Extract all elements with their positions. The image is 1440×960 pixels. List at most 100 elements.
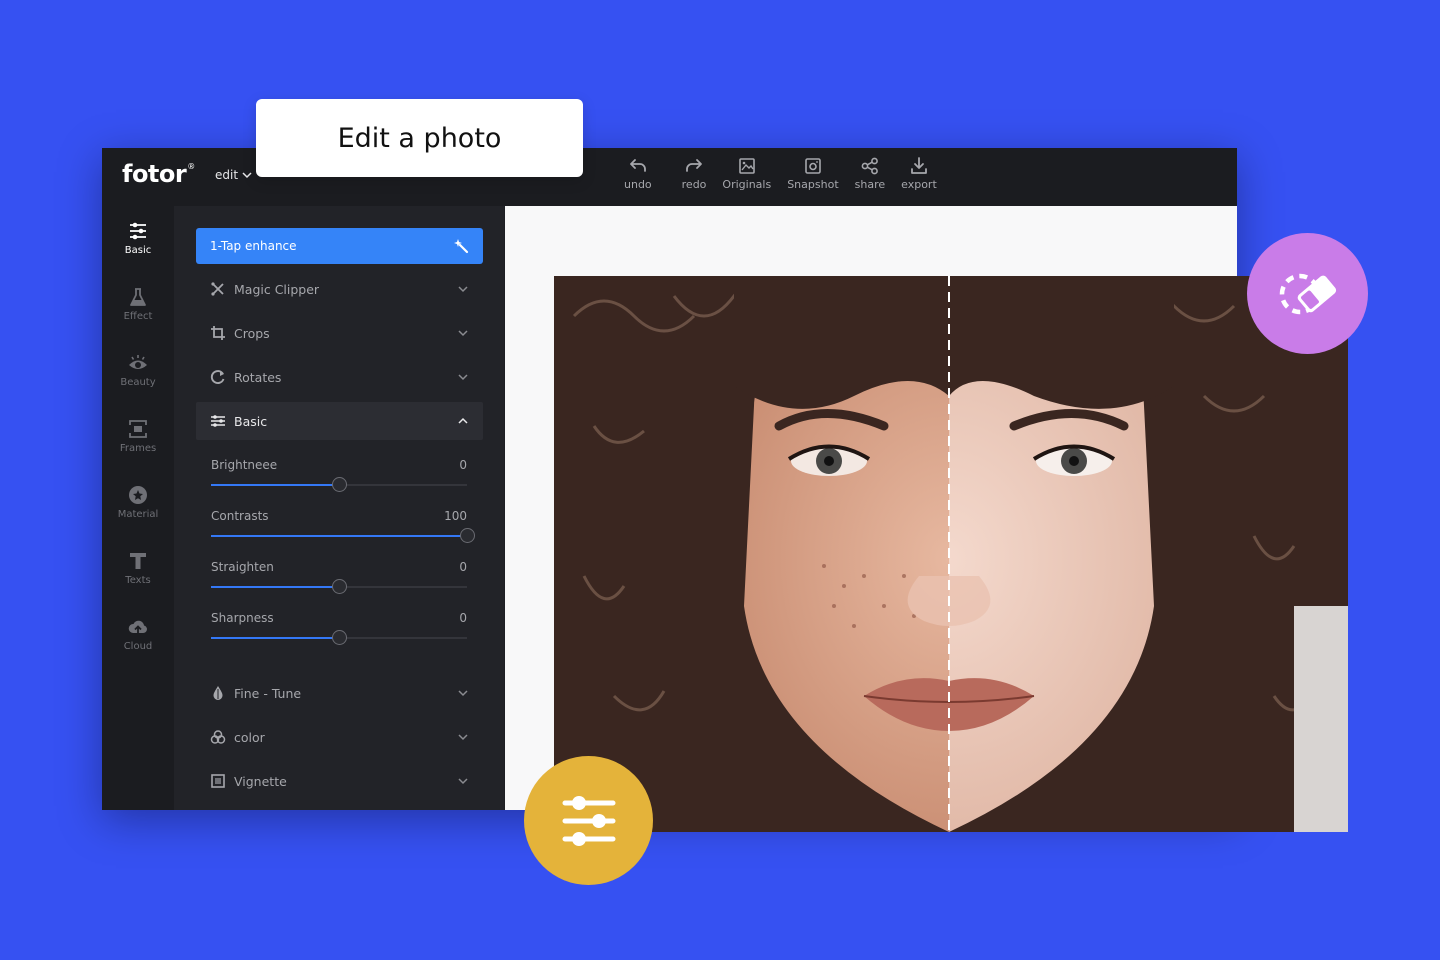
rail-item-texts[interactable]: Texts bbox=[102, 538, 174, 598]
section-magic-clipper[interactable]: Magic Clipper bbox=[196, 270, 483, 308]
slider-thumb[interactable] bbox=[332, 477, 347, 492]
portrait-image bbox=[554, 276, 1348, 832]
export-button[interactable]: export bbox=[901, 156, 937, 191]
slider-thumb[interactable] bbox=[332, 630, 347, 645]
frame-icon bbox=[129, 420, 147, 438]
section-basic[interactable]: Basic bbox=[196, 402, 483, 440]
drop-icon bbox=[213, 686, 223, 700]
rail-item-frames[interactable]: Frames bbox=[102, 406, 174, 466]
eraser-icon bbox=[1279, 273, 1336, 314]
slider-label: Contrasts bbox=[211, 509, 269, 523]
rail-item-material[interactable]: Material bbox=[102, 472, 174, 532]
slider-thumb[interactable] bbox=[460, 528, 475, 543]
section-label: Rotates bbox=[234, 369, 282, 385]
slider-fill bbox=[211, 637, 339, 639]
section-label: color bbox=[234, 729, 265, 745]
callout-title: Edit a photo bbox=[337, 122, 502, 154]
rail-item-cloud[interactable]: Cloud bbox=[102, 604, 174, 664]
slider-fill bbox=[211, 535, 467, 537]
slider-track[interactable] bbox=[211, 630, 467, 645]
chevron-down-icon bbox=[458, 286, 468, 293]
slider-track[interactable] bbox=[211, 579, 467, 594]
download-icon bbox=[911, 157, 927, 174]
sliders-icon bbox=[211, 415, 225, 427]
before-after-divider[interactable] bbox=[948, 276, 950, 832]
undo-icon bbox=[629, 159, 646, 172]
rail-label: Basic bbox=[124, 245, 152, 256]
star-circle-icon bbox=[129, 486, 147, 504]
slider-brightness: Brightneee 0 bbox=[211, 458, 467, 492]
section-vignette[interactable]: Vignette bbox=[196, 762, 483, 800]
eraser-badge[interactable] bbox=[1247, 233, 1368, 354]
slider-thumb[interactable] bbox=[332, 579, 347, 594]
slider-contrast: Contrasts 100 bbox=[211, 509, 475, 543]
adjust-badge[interactable] bbox=[524, 756, 653, 885]
scissors-icon bbox=[211, 282, 224, 296]
rail-item-effect[interactable]: Effect bbox=[102, 274, 174, 334]
fotor-logo[interactable]: fotor® bbox=[122, 160, 195, 188]
section-label: Magic Clipper bbox=[234, 281, 320, 297]
slider-label: Sharpness bbox=[211, 611, 274, 625]
before-after-photo[interactable] bbox=[554, 276, 1348, 832]
rail-label: Beauty bbox=[120, 377, 156, 388]
share-icon bbox=[861, 157, 878, 175]
chevron-down-icon bbox=[458, 374, 468, 381]
slider-fill bbox=[211, 484, 339, 486]
rail-item-basic[interactable]: Basic bbox=[102, 208, 174, 268]
slider-track[interactable] bbox=[211, 477, 467, 492]
rail-label: Cloud bbox=[123, 641, 153, 652]
text-icon bbox=[130, 553, 146, 569]
rail-label: Texts bbox=[125, 575, 151, 586]
slider-straighten: Straighten 0 bbox=[211, 560, 467, 594]
section-crops[interactable]: Crops bbox=[196, 314, 483, 352]
redo-button[interactable]: redo bbox=[681, 156, 707, 191]
chevron-down-icon bbox=[458, 690, 468, 697]
camera-icon bbox=[805, 158, 821, 174]
slider-label: Brightneee bbox=[211, 458, 278, 472]
one-tap-enhance-button[interactable]: 1-Tap enhance bbox=[196, 228, 483, 264]
adjust-panel: 1-Tap enhance Magic Clipper Crops Rotate… bbox=[174, 206, 504, 810]
undo-button[interactable]: undo bbox=[624, 156, 652, 191]
slider-value: 0 bbox=[459, 560, 467, 574]
slider-fill bbox=[211, 586, 339, 588]
enhance-label: 1-Tap enhance bbox=[210, 239, 297, 253]
share-button[interactable]: share bbox=[854, 156, 886, 191]
snapshot-button[interactable]: Snapshot bbox=[787, 156, 839, 191]
slider-sharpness: Sharpness 0 bbox=[211, 611, 467, 645]
slider-value: 100 bbox=[444, 509, 467, 523]
logo-mark: ® bbox=[187, 162, 195, 171]
snapshot-label: Snapshot bbox=[787, 178, 839, 191]
slider-label: Straighten bbox=[211, 560, 274, 574]
edit-menu-label: edit bbox=[215, 168, 239, 182]
rail-label: Frames bbox=[119, 443, 157, 454]
section-label: Fine - Tune bbox=[234, 685, 302, 701]
sliders-icon bbox=[562, 795, 615, 846]
sliders-icon bbox=[130, 222, 146, 240]
chevron-down-icon bbox=[458, 330, 468, 337]
originals-button[interactable]: Originals bbox=[722, 156, 771, 191]
share-label: share bbox=[854, 178, 886, 191]
chevron-down-icon bbox=[458, 734, 468, 741]
eye-icon bbox=[129, 355, 147, 369]
chevron-up-icon bbox=[458, 417, 468, 424]
rail-label: Effect bbox=[123, 311, 153, 322]
slider-track[interactable] bbox=[211, 528, 475, 543]
slider-value: 0 bbox=[459, 611, 467, 625]
redo-icon bbox=[686, 159, 702, 172]
flask-icon bbox=[130, 288, 146, 306]
chevron-down-icon bbox=[458, 778, 468, 785]
crop-icon bbox=[211, 326, 225, 340]
magic-wand-icon bbox=[454, 239, 469, 254]
toolbar: undo redo Originals Snapshot share expor… bbox=[624, 156, 953, 191]
section-color[interactable]: color bbox=[196, 718, 483, 756]
redo-label: redo bbox=[681, 178, 707, 191]
left-rail: Basic Effect Beauty Frames Material Text… bbox=[102, 206, 174, 810]
cloud-upload-icon bbox=[128, 620, 147, 634]
section-label: Crops bbox=[234, 325, 270, 341]
section-fine-tune[interactable]: Fine - Tune bbox=[196, 674, 483, 712]
rail-item-beauty[interactable]: Beauty bbox=[102, 340, 174, 400]
edit-menu-dropdown[interactable]: edit bbox=[215, 168, 252, 182]
section-label: Vignette bbox=[234, 773, 287, 789]
section-rotates[interactable]: Rotates bbox=[196, 358, 483, 396]
slider-value: 0 bbox=[459, 458, 467, 472]
